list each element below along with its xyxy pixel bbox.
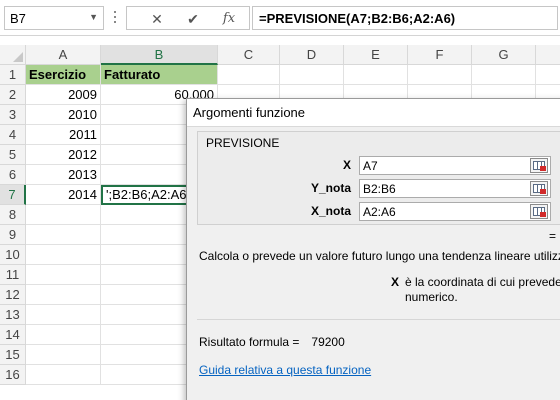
cancel-icon[interactable]: ✕ <box>143 9 171 29</box>
arg-input-x-nota[interactable] <box>359 202 551 221</box>
result-label: Risultato formula = <box>199 335 300 349</box>
cell-b7-active[interactable]: ';B2:B6;A2:A6 <box>101 185 189 205</box>
arg-input-x[interactable] <box>359 156 551 175</box>
function-description: Calcola o prevede un valore futuro lungo… <box>199 249 560 263</box>
drag-handle-icon[interactable] <box>113 8 117 28</box>
help-link[interactable]: Guida relativa a questa funzione <box>199 363 371 377</box>
cell-a3[interactable]: 2010 <box>26 105 101 125</box>
row-header-6[interactable]: 6 <box>0 165 26 185</box>
cell-a7[interactable]: 2014 <box>26 185 101 205</box>
cell-a1[interactable]: Esercizio <box>26 65 101 85</box>
formula-input[interactable]: =PREVISIONE(A7;B2:B6;A2:A6) <box>252 6 558 30</box>
column-header-f[interactable]: F <box>408 45 472 65</box>
collapse-dialog-icon[interactable] <box>530 181 548 196</box>
enter-icon[interactable]: ✔ <box>179 9 207 29</box>
column-header-a[interactable]: A <box>26 45 101 65</box>
column-header-d[interactable]: D <box>280 45 344 65</box>
row-header-9[interactable]: 9 <box>0 225 26 245</box>
cell-a5[interactable]: 2012 <box>26 145 101 165</box>
collapse-dialog-icon[interactable] <box>530 204 548 219</box>
column-header-g[interactable]: G <box>472 45 536 65</box>
row-header-12[interactable]: 12 <box>0 285 26 305</box>
row-header-8[interactable]: 8 <box>0 205 26 225</box>
dialog-title-bar[interactable]: Argomenti funzione <box>187 99 560 127</box>
row-header-1[interactable]: 1 <box>0 65 26 85</box>
column-header-b[interactable]: B <box>101 45 218 65</box>
name-box[interactable]: B7 ▼ <box>4 6 104 30</box>
row-header-3[interactable]: 3 <box>0 105 26 125</box>
cell-a6[interactable]: 2013 <box>26 165 101 185</box>
row-header-13[interactable]: 13 <box>0 305 26 325</box>
select-all-button[interactable] <box>0 45 26 65</box>
column-header-e[interactable]: E <box>344 45 408 65</box>
row-header-7[interactable]: 7 <box>0 185 26 205</box>
insert-function-icon[interactable]: fx <box>215 9 243 29</box>
formula-buttons: ✕ ✔ fx <box>126 6 250 30</box>
column-header-c[interactable]: C <box>218 45 280 65</box>
row-header-4[interactable]: 4 <box>0 125 26 145</box>
arg-input-y-nota[interactable] <box>359 179 551 198</box>
arg-field-x[interactable] <box>360 157 520 174</box>
arguments-group: PREVISIONE X = Y_nota = X_nota = <box>197 131 560 225</box>
function-name: PREVISIONE <box>206 136 280 150</box>
chevron-down-icon[interactable]: ▼ <box>89 12 98 22</box>
arg-help-text: è la coordinata di cui prevede numerico. <box>405 275 560 305</box>
name-box-value: B7 <box>10 11 26 26</box>
arg-label-x-nota: X_nota <box>310 204 351 218</box>
arg-help-line-2: numerico. <box>405 290 458 304</box>
arg-field-x-nota[interactable] <box>360 203 520 220</box>
arg-label-x: X <box>342 158 351 172</box>
formula-text: =PREVISIONE(A7;B2:B6;A2:A6) <box>259 11 456 26</box>
dialog-divider <box>197 319 560 320</box>
row-header-15[interactable]: 15 <box>0 345 26 365</box>
row-header-5[interactable]: 5 <box>0 145 26 165</box>
cell-b1[interactable]: Fatturato <box>101 65 218 85</box>
row-header-10[interactable]: 10 <box>0 245 26 265</box>
row-header-2[interactable]: 2 <box>0 85 26 105</box>
row-header-14[interactable]: 14 <box>0 325 26 345</box>
arg-help-name: X <box>391 275 400 289</box>
result-value: 79200 <box>311 335 345 349</box>
row-header-16[interactable]: 16 <box>0 365 26 385</box>
formula-bar: B7 ▼ ✕ ✔ fx =PREVISIONE(A7;B2:B6;A2:A6) <box>0 0 560 36</box>
formula-result: Risultato formula = 79200 <box>199 335 345 349</box>
result-eq: = <box>549 229 557 243</box>
collapse-dialog-icon[interactable] <box>530 158 548 173</box>
cell-a2[interactable]: 2009 <box>26 85 101 105</box>
row-header-11[interactable]: 11 <box>0 265 26 285</box>
arg-help-line-1: è la coordinata di cui prevede <box>405 275 560 289</box>
dialog-title: Argomenti funzione <box>193 105 306 120</box>
arg-field-y-nota[interactable] <box>360 180 520 197</box>
cell-a4[interactable]: 2011 <box>26 125 101 145</box>
function-arguments-dialog: Argomenti funzione PREVISIONE X = Y_nota… <box>186 98 560 400</box>
column-header-next[interactable] <box>536 45 560 65</box>
arg-label-y-nota: Y_nota <box>310 181 351 195</box>
